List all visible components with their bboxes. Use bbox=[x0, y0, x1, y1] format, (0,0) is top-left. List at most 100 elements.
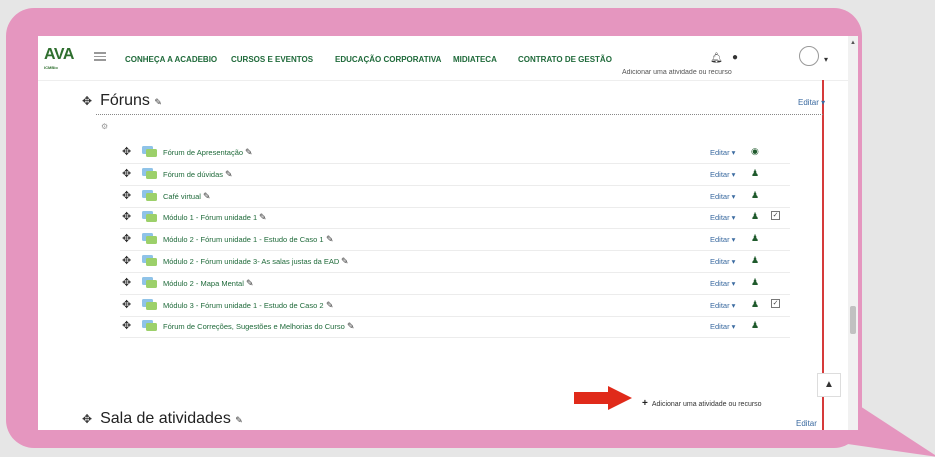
move-icon[interactable]: ✥ bbox=[122, 167, 131, 180]
activity-row[interactable]: ✥ Módulo 2 - Fórum unidade 3- As salas ju… bbox=[120, 251, 790, 273]
activity-name[interactable]: Módulo 1 - Fórum unidade 1 bbox=[163, 213, 257, 222]
pencil-icon[interactable]: ✎ bbox=[235, 415, 243, 425]
completion-checkbox-icon[interactable]: ✓ bbox=[771, 211, 780, 221]
user-group-icon[interactable]: ♟ bbox=[751, 233, 759, 244]
visibility-icon[interactable]: ◉ bbox=[751, 146, 759, 157]
pencil-icon[interactable]: ✎ bbox=[203, 191, 211, 202]
ava-logo[interactable]: AVA ICMBio bbox=[44, 46, 78, 74]
activity-name[interactable]: Fórum de Apresentação bbox=[163, 148, 243, 157]
activity-name[interactable]: Fórum de Correções, Sugestões e Melhoria… bbox=[163, 322, 345, 331]
pencil-icon[interactable]: ✎ bbox=[259, 212, 267, 223]
completion-checkbox-icon[interactable]: ✓ bbox=[771, 298, 780, 308]
activity-edit-menu[interactable]: Editar ▾ bbox=[710, 213, 735, 222]
section-foruns: ✥ Fóruns ✎ bbox=[82, 92, 162, 110]
user-group-icon[interactable]: ♟ bbox=[751, 190, 759, 201]
activity-edit-label: Editar bbox=[710, 278, 730, 288]
pencil-icon[interactable]: ✎ bbox=[246, 278, 254, 289]
activity-edit-menu[interactable]: Editar ▾ bbox=[710, 301, 735, 310]
forum-icon bbox=[142, 298, 157, 310]
move-icon[interactable]: ✥ bbox=[122, 189, 131, 202]
move-icon[interactable]: ✥ bbox=[122, 145, 131, 158]
section-edit-label: Editar bbox=[796, 419, 817, 428]
activity-edit-menu[interactable]: Editar ▾ bbox=[710, 170, 735, 179]
activity-edit-label: Editar bbox=[710, 169, 730, 179]
activity-row[interactable]: ✥ Fórum de Correções, Sugestões e Melhori… bbox=[120, 316, 790, 339]
activity-row[interactable]: ✥ Fórum de dúvidas ✎ Editar ▾ ♟ bbox=[120, 164, 790, 186]
section-sala-atividades: ✥ Sala de atividades ✎ bbox=[82, 410, 243, 428]
pencil-icon[interactable]: ✎ bbox=[341, 256, 349, 267]
plus-icon: + bbox=[642, 398, 648, 409]
section-edit-menu[interactable]: Editar bbox=[796, 419, 817, 428]
user-group-icon[interactable]: ♟ bbox=[751, 168, 759, 179]
move-icon[interactable]: ✥ bbox=[122, 232, 131, 245]
forum-icon bbox=[142, 211, 157, 223]
add-activity-link[interactable]: + Adicionar uma atividade ou recurso bbox=[642, 398, 762, 409]
scroll-up-icon[interactable]: ▲ bbox=[850, 40, 856, 46]
browser-screenshot: AVA ICMBio CONHEÇA A ACADEBIO CURSOS E E… bbox=[38, 36, 858, 430]
activity-name[interactable]: Módulo 2 - Fórum unidade 1 - Estudo de C… bbox=[163, 235, 324, 244]
move-icon[interactable]: ✥ bbox=[122, 254, 131, 267]
section-edit-menu[interactable]: Editar ▾ bbox=[798, 98, 825, 107]
pencil-icon[interactable]: ✎ bbox=[347, 321, 355, 332]
activity-edit-label: Editar bbox=[710, 213, 730, 223]
move-icon[interactable]: ✥ bbox=[122, 319, 131, 332]
forum-icon bbox=[142, 233, 157, 245]
activity-edit-menu[interactable]: Editar ▾ bbox=[710, 148, 735, 157]
activity-edit-menu[interactable]: Editar ▾ bbox=[710, 235, 735, 244]
user-group-icon[interactable]: ♟ bbox=[751, 277, 759, 288]
user-group-icon[interactable]: ♟ bbox=[751, 255, 759, 266]
move-icon[interactable]: ✥ bbox=[82, 412, 92, 426]
nav-midiateca[interactable]: MIDIATECA bbox=[453, 55, 497, 64]
activity-name[interactable]: Fórum de dúvidas bbox=[163, 170, 223, 179]
logo-text: AVA bbox=[44, 46, 74, 63]
activity-row[interactable]: ✥ Módulo 3 - Fórum unidade 1 - Estudo de … bbox=[120, 295, 790, 317]
scrollbar-thumb[interactable] bbox=[850, 306, 856, 334]
chat-icon[interactable]: ● bbox=[732, 52, 738, 63]
pencil-icon[interactable]: ✎ bbox=[245, 147, 253, 158]
hamburger-icon[interactable] bbox=[94, 50, 106, 63]
activity-name[interactable]: Módulo 2 - Mapa Mental bbox=[163, 279, 244, 288]
pencil-icon[interactable]: ✎ bbox=[225, 169, 233, 180]
pencil-icon[interactable]: ✎ bbox=[326, 234, 334, 245]
activity-row[interactable]: ✥ Café virtual ✎ Editar ▾ ♟ bbox=[120, 186, 790, 208]
user-group-icon[interactable]: ♟ bbox=[751, 299, 759, 310]
forum-icon bbox=[142, 167, 157, 179]
section-edit-label: Editar bbox=[798, 98, 819, 107]
move-icon[interactable]: ✥ bbox=[122, 210, 131, 223]
activity-row[interactable]: ✥ Módulo 2 - Fórum unidade 1 - Estudo de … bbox=[120, 229, 790, 252]
nav-contrato-gestao[interactable]: CONTRATO DE GESTÃO bbox=[518, 55, 612, 64]
previous-add-activity-link[interactable]: Adicionar uma atividade ou recurso bbox=[622, 69, 732, 75]
user-group-icon[interactable]: ♟ bbox=[751, 320, 759, 331]
arrow-up-icon[interactable]: ▲ bbox=[817, 373, 841, 397]
activity-row[interactable]: ✥ Fórum de Apresentação ✎ Editar ▾ ◉ bbox=[120, 142, 790, 164]
avatar-icon[interactable] bbox=[799, 46, 819, 66]
nav-cursos-eventos[interactable]: CURSOS E EVENTOS bbox=[231, 55, 313, 64]
activity-edit-menu[interactable]: Editar ▾ bbox=[710, 322, 735, 331]
activity-name[interactable]: Café virtual bbox=[163, 192, 201, 201]
activity-edit-label: Editar bbox=[710, 148, 730, 157]
pencil-icon[interactable]: ✎ bbox=[326, 300, 334, 311]
pencil-icon[interactable]: ✎ bbox=[154, 97, 162, 107]
activity-name[interactable]: Módulo 2 - Fórum unidade 3- As salas jus… bbox=[163, 257, 339, 266]
activity-row[interactable]: ✥ Módulo 1 - Fórum unidade 1 ✎ Editar ▾ ♟ ✓ bbox=[120, 207, 790, 230]
user-group-icon[interactable]: ♟ bbox=[751, 211, 759, 222]
activity-edit-menu[interactable]: Editar ▾ bbox=[710, 279, 735, 288]
page-scrollbar[interactable]: ▲ bbox=[848, 36, 858, 430]
chevron-down-icon[interactable]: ▾ bbox=[824, 55, 828, 64]
activity-name[interactable]: Módulo 3 - Fórum unidade 1 - Estudo de C… bbox=[163, 301, 324, 310]
nav-educacao-corporativa[interactable]: EDUCAÇÃO CORPORATIVA bbox=[335, 55, 441, 64]
logo-subtext: ICMBio bbox=[44, 65, 58, 70]
activity-edit-menu[interactable]: Editar ▾ bbox=[710, 257, 735, 266]
course-content: ✥ Fóruns ✎ Editar ▾ ⚙ ✥ Fórum de Apresenta… bbox=[38, 80, 848, 430]
move-icon[interactable]: ✥ bbox=[122, 298, 131, 311]
forum-icon bbox=[142, 255, 157, 266]
activity-row[interactable]: ✥ Módulo 2 - Mapa Mental ✎ Editar ▾ ♟ bbox=[120, 273, 790, 295]
add-activity-label: Adicionar uma atividade ou recurso bbox=[651, 401, 762, 408]
move-icon[interactable]: ✥ bbox=[82, 94, 92, 108]
activity-edit-menu[interactable]: Editar ▾ bbox=[710, 192, 735, 201]
nav-conheca-acadebio[interactable]: CONHEÇA A ACADEBIO bbox=[125, 55, 217, 64]
move-icon[interactable]: ✥ bbox=[122, 276, 131, 289]
bell-icon[interactable]: 🔔︎ bbox=[710, 53, 723, 64]
section-title: Sala de atividades bbox=[100, 410, 231, 427]
gear-icon[interactable]: ⚙ bbox=[101, 122, 108, 131]
